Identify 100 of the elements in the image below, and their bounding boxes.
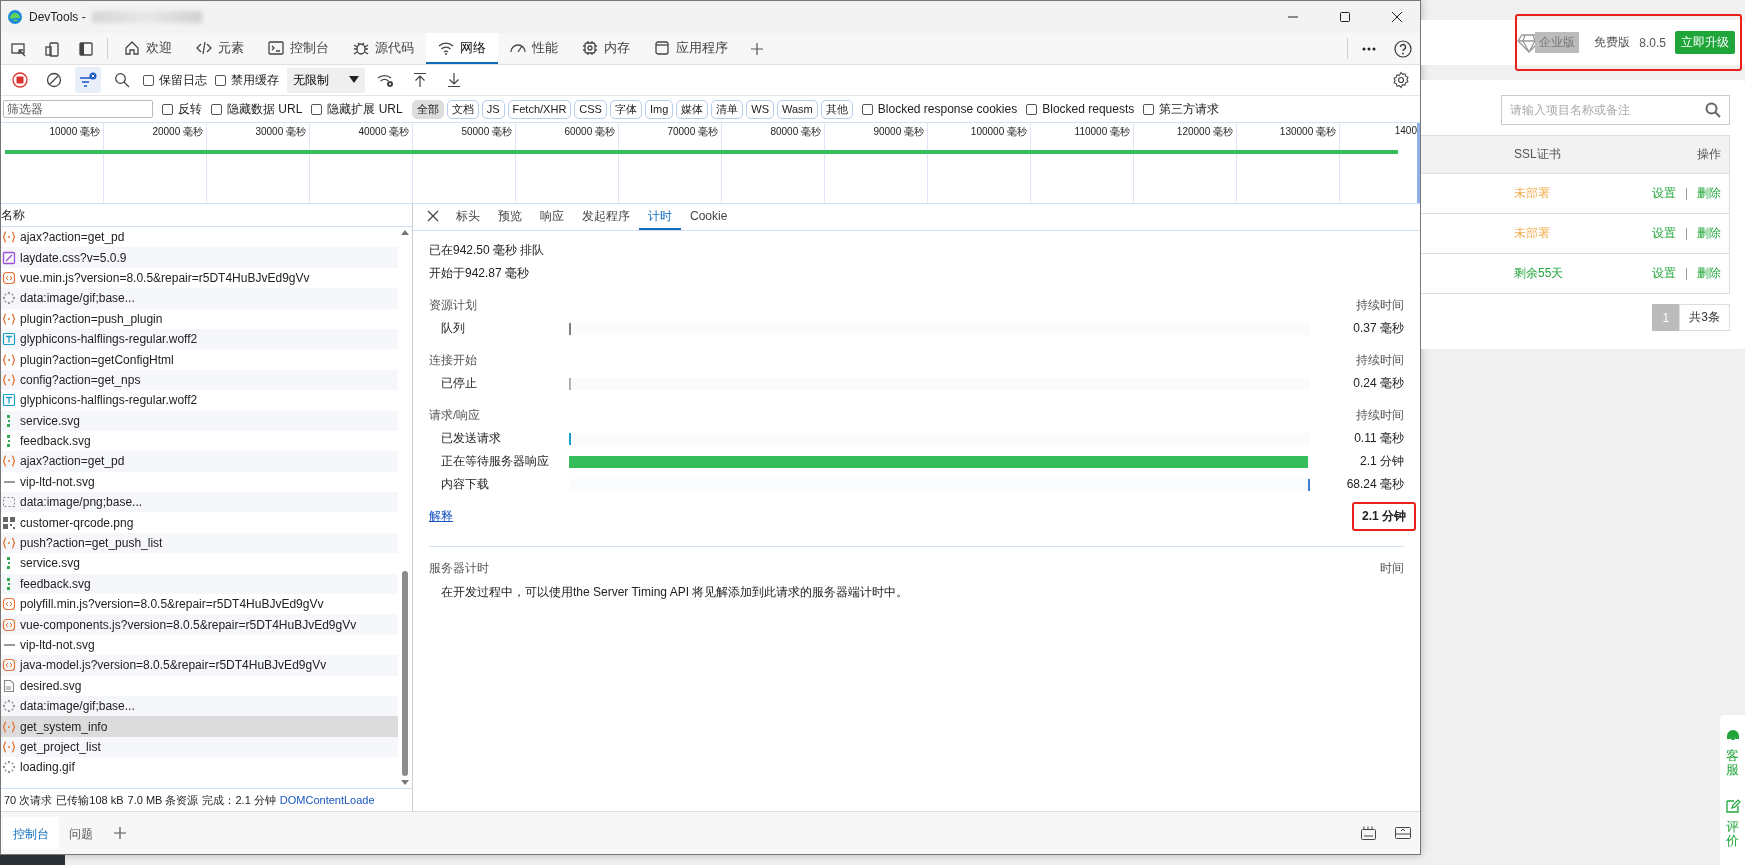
checkbox[interactable] xyxy=(211,103,222,115)
detail-tab[interactable]: 发起程序 xyxy=(573,204,639,230)
detail-tab[interactable]: 预览 xyxy=(489,204,531,230)
checkbox-label: 反转 xyxy=(178,100,202,118)
type-filter-chip[interactable]: 全部 xyxy=(411,99,444,119)
braces-icon xyxy=(2,230,16,245)
more-icon xyxy=(1362,46,1376,51)
drawer-tab[interactable]: 控制台 xyxy=(3,817,59,849)
panel-tab[interactable]: 性能 xyxy=(498,33,570,64)
panel-tab[interactable]: 元素 xyxy=(184,33,256,64)
panel-tab[interactable]: 控制台 xyxy=(256,33,341,64)
type-filter-chip[interactable]: CSS xyxy=(574,99,607,119)
edition-text: 免费版 xyxy=(1594,34,1631,51)
checkbox[interactable] xyxy=(1143,103,1155,115)
request-row[interactable]: laydate.css?v=5.0.9 xyxy=(1,247,398,268)
type-filter-chip[interactable]: 其他 xyxy=(820,99,853,119)
request-row[interactable]: plugin?action=push_plugin xyxy=(1,308,398,329)
dash-icon xyxy=(3,644,15,646)
queued-text: 已在942.50 毫秒 排队 xyxy=(429,242,545,259)
type-filter-chip[interactable]: Fetch/XHR xyxy=(507,99,572,119)
clear-icon xyxy=(46,72,62,88)
explanation-link[interactable]: 解释 xyxy=(429,507,453,525)
panel-tab[interactable]: 欢迎 xyxy=(112,33,184,64)
request-row[interactable]: data:image/gif;base... xyxy=(1,288,398,309)
request-row[interactable]: vue.min.js?version=8.0.5&repair=r5DT4HuBJvEd9gVv xyxy=(1,267,398,289)
request-row[interactable]: java-model.js?version=8.0.5&repair=r5DT4HuBJvEd9gVv xyxy=(1,655,398,676)
request-row[interactable]: vip-ltd-not.svg xyxy=(1,471,398,493)
checkbox[interactable] xyxy=(1026,103,1038,115)
request-row[interactable]: get_system_info xyxy=(1,716,398,737)
column-header: SSL证书 xyxy=(1514,147,1561,161)
request-row[interactable]: ajax?action=get_pd xyxy=(1,227,398,248)
request-row[interactable]: customer-qrcode.png xyxy=(1,512,398,533)
request-row[interactable]: ajax?action=get_pd xyxy=(1,451,398,472)
status-text: 完成：2.1 分钟 xyxy=(202,792,276,808)
column-header: 操作 xyxy=(1697,147,1721,161)
checkbox-label: 隐藏扩展 URL xyxy=(327,100,403,118)
type-filter-chip[interactable]: Img xyxy=(644,99,674,119)
request-row[interactable]: config?action=get_nps xyxy=(1,369,398,391)
panel-tab[interactable]: 内存 xyxy=(570,33,642,64)
request-row[interactable]: plugin?action=getConfigHtml xyxy=(1,349,398,370)
request-row[interactable]: feedback.svg xyxy=(1,430,398,452)
type-filter-chip[interactable]: 清单 xyxy=(711,99,744,119)
request-row[interactable]: service.svg xyxy=(1,410,398,431)
type-filter-chip[interactable]: WS xyxy=(746,99,775,119)
timing-label: 正在等待服务器响应 xyxy=(440,453,550,470)
filter-button[interactable] xyxy=(75,67,101,93)
checkbox[interactable] xyxy=(143,74,154,86)
panel-tab[interactable]: 源代码 xyxy=(341,33,426,64)
detail-tab[interactable]: 响应 xyxy=(531,204,573,230)
script-icon xyxy=(2,658,16,673)
console-icon xyxy=(268,39,284,56)
filter-field[interactable]: 筛选器 xyxy=(3,100,153,118)
dock-icon xyxy=(78,40,94,57)
timing-label: 已停止 xyxy=(440,375,478,392)
checkbox[interactable] xyxy=(162,103,173,115)
request-row[interactable]: vip-ltd-not.svg xyxy=(1,634,398,656)
detail-tab[interactable]: 计时 xyxy=(639,204,681,230)
drawer-tab[interactable]: 问题 xyxy=(59,817,103,849)
type-filter-chip[interactable]: 媒体 xyxy=(676,99,709,119)
type-filter-chip[interactable]: Wasm xyxy=(777,99,818,119)
time-tick: 60000 毫秒 xyxy=(564,126,615,137)
column-header: 持续时间 xyxy=(1356,353,1404,368)
throttling-dropdown[interactable]: 无限制 xyxy=(287,67,365,93)
request-row[interactable]: polyfill.min.js?version=8.0.5&repair=r5DT4HuBJvEd9gVv xyxy=(1,594,398,615)
request-row[interactable]: desired.svg xyxy=(1,675,398,696)
settings-icon xyxy=(1392,71,1410,89)
request-row[interactable]: glyphicons-halflings-regular.woff2 xyxy=(1,328,398,350)
request-row[interactable]: data:image/gif;base... xyxy=(1,696,398,717)
request-row[interactable]: loading.gif xyxy=(1,757,398,778)
braces-icon xyxy=(2,719,16,734)
request-row[interactable]: feedback.svg xyxy=(1,573,398,595)
request-row[interactable]: data:image/png;base... xyxy=(1,492,398,513)
total-count: 共3条 xyxy=(1679,304,1730,331)
timing-value: 68.24 毫秒 xyxy=(1345,476,1404,493)
checkbox[interactable] xyxy=(215,74,226,86)
request-row[interactable]: vue-components.js?version=8.0.5&repair=r5DT4HuBJvEd9gVv xyxy=(1,614,398,635)
request-row[interactable]: glyphicons-halflings-regular.woff2 xyxy=(1,390,398,411)
request-row[interactable]: get_project_list xyxy=(1,736,398,758)
search-field[interactable]: 请输入项目名称或备注 xyxy=(1501,95,1730,125)
stylesheet-icon xyxy=(2,250,16,265)
type-filter-chip[interactable]: JS xyxy=(481,99,505,119)
detail-tab[interactable]: Cookie xyxy=(681,204,737,230)
checkbox[interactable] xyxy=(311,103,323,115)
detail-tab[interactable]: 标头 xyxy=(447,204,489,230)
section-title: 连接开始 xyxy=(429,353,477,368)
dock-side-icon xyxy=(1360,825,1378,841)
time-tick: 20000 毫秒 xyxy=(152,126,203,137)
panel-tab[interactable]: 网络 xyxy=(426,33,498,64)
timing-value: 2.1 分钟 xyxy=(1359,453,1404,470)
request-row[interactable]: service.svg xyxy=(1,553,398,574)
overview-handle[interactable] xyxy=(1417,123,1420,203)
status-link[interactable]: DOMContentLoade xyxy=(279,794,375,806)
scroll-up-icon xyxy=(401,229,409,235)
checkbox-label: 第三方请求 xyxy=(1159,100,1220,118)
type-filter-chip[interactable]: 字体 xyxy=(609,99,642,119)
checkbox[interactable] xyxy=(861,103,873,115)
request-row[interactable]: push?action=get_push_list xyxy=(1,532,398,554)
panel-tab[interactable]: 应用程序 xyxy=(642,33,740,64)
type-filter-chip[interactable]: 文档 xyxy=(446,99,479,119)
time-tick: 80000 毫秒 xyxy=(770,126,821,137)
